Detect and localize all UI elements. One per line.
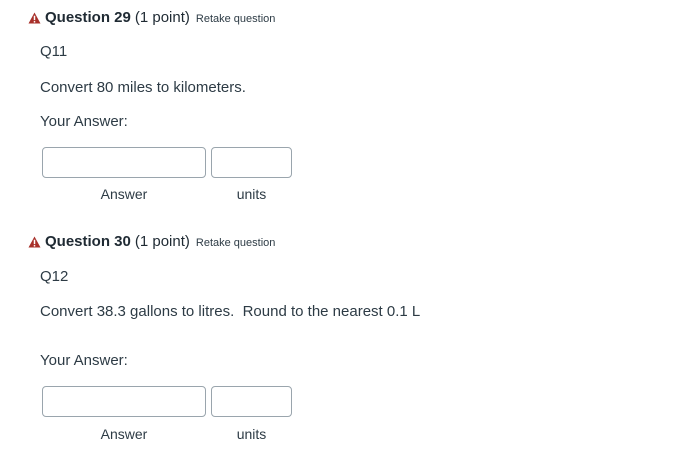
answer-input[interactable]	[42, 147, 206, 178]
question-title: Question 29	[45, 9, 131, 26]
question-prompt: Convert 38.3 gallons to litres. Round to…	[40, 303, 421, 320]
units-field-label: units	[236, 426, 267, 442]
units-field-label: units	[236, 186, 267, 202]
question-code: Q11	[40, 43, 68, 60]
question-points: (1 point)	[134, 233, 190, 250]
retake-question-link[interactable]: Retake question	[196, 237, 276, 249]
question-prompt: Convert 80 miles to kilometers.	[40, 79, 246, 96]
units-input[interactable]	[211, 147, 292, 178]
question-title: Question 30	[45, 233, 131, 250]
question-points: (1 point)	[134, 9, 190, 26]
question-code: Q12	[40, 268, 69, 285]
question-30-header: Question 30 (1 point) Retake question	[28, 233, 275, 250]
units-input[interactable]	[211, 386, 292, 417]
answer-field-label: Answer	[100, 186, 148, 202]
answer-input[interactable]	[42, 386, 206, 417]
retake-question-link[interactable]: Retake question	[196, 13, 276, 25]
answer-field-label: Answer	[100, 426, 148, 442]
warning-icon	[28, 11, 41, 24]
warning-icon	[28, 235, 41, 248]
your-answer-label: Your Answer:	[40, 113, 128, 130]
question-29-header: Question 29 (1 point) Retake question	[28, 9, 275, 26]
your-answer-label: Your Answer:	[40, 352, 128, 369]
